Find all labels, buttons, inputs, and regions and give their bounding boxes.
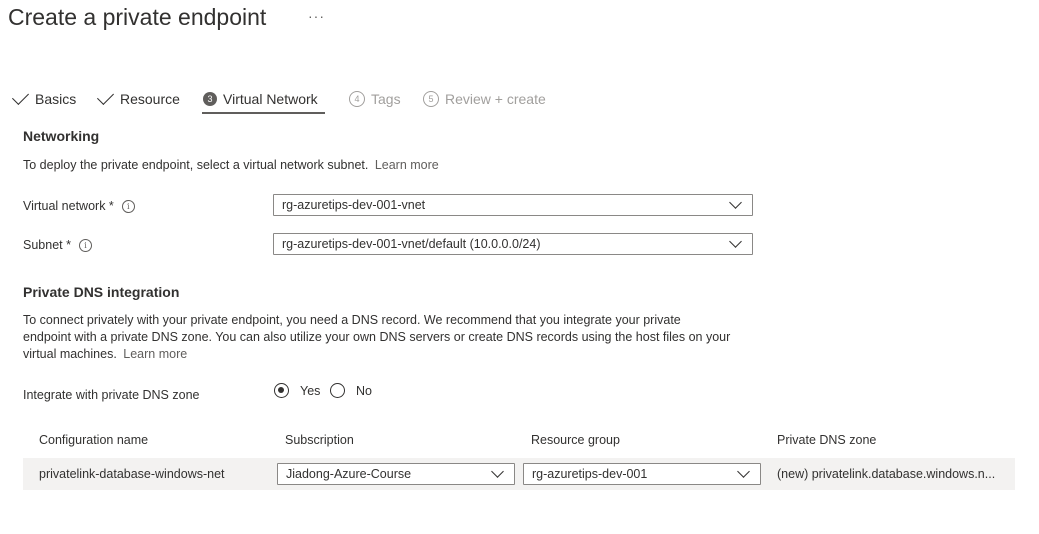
networking-heading: Networking (23, 128, 100, 144)
radio-no[interactable]: No (330, 383, 372, 398)
step-number-badge: 3 (203, 92, 217, 106)
column-header: Subscription (285, 433, 354, 447)
radio-label: No (356, 383, 372, 398)
dns-description-line: virtual machines. Learn more (23, 346, 783, 363)
step-number-badge: 5 (423, 91, 439, 107)
chevron-down-icon (491, 465, 504, 478)
chevron-down-icon (737, 465, 750, 478)
radio-button[interactable] (330, 383, 345, 398)
tab-basics[interactable]: Basics (10, 87, 77, 110)
learn-more-link[interactable]: Learn more (123, 347, 187, 361)
tab-tags[interactable]: 4 Tags (349, 88, 401, 110)
tab-label: Basics (35, 91, 77, 107)
tab-review-create[interactable]: 5 Review + create (423, 88, 546, 110)
page-title: Create a private endpoint (8, 4, 267, 30)
column-header: Private DNS zone (777, 433, 877, 447)
radio-button[interactable] (274, 383, 289, 398)
tab-label: Review + create (445, 91, 546, 107)
networking-description: To deploy the private endpoint, select a… (23, 157, 439, 174)
step-number-badge: 4 (349, 91, 365, 107)
tab-resource[interactable]: Resource (95, 87, 180, 110)
tab-label: Tags (371, 91, 401, 107)
radio-yes[interactable]: Yes (274, 383, 320, 398)
networking-description-text: To deploy the private endpoint, select a… (23, 158, 369, 172)
integrate-dns-label: Integrate with private DNS zone (23, 388, 200, 402)
tab-label: Virtual Network (223, 91, 318, 107)
subnet-label-text: Subnet * (23, 238, 71, 252)
resource-group-value: rg-azuretips-dev-001 (532, 467, 648, 481)
chevron-down-icon (729, 235, 742, 248)
dns-description: To connect privately with your private e… (23, 312, 783, 363)
column-header: Configuration name (39, 433, 149, 447)
subscription-value: Jiadong-Azure-Course (286, 467, 412, 481)
active-tab-indicator (202, 112, 325, 114)
virtual-network-label: Virtual network * i (23, 197, 135, 215)
dns-description-text: virtual machines. (23, 347, 117, 361)
check-icon (12, 87, 29, 105)
subscription-select[interactable]: Jiadong-Azure-Course (277, 463, 515, 485)
subnet-value: rg-azuretips-dev-001-vnet/default (10.0.… (282, 237, 541, 251)
tab-virtual-network[interactable]: 3 Virtual Network (203, 88, 318, 110)
dns-description-line: To connect privately with your private e… (23, 313, 681, 327)
configuration-name-cell: privatelink-database-windows-net (39, 467, 225, 481)
subnet-select[interactable]: rg-azuretips-dev-001-vnet/default (10.0.… (273, 233, 753, 255)
check-icon (97, 87, 114, 105)
info-icon[interactable]: i (121, 199, 135, 213)
column-header: Resource group (531, 433, 620, 447)
dns-heading: Private DNS integration (23, 284, 180, 300)
subnet-label: Subnet * i (23, 236, 92, 254)
resource-group-select[interactable]: rg-azuretips-dev-001 (523, 463, 761, 485)
virtual-network-label-text: Virtual network * (23, 199, 114, 213)
private-dns-zone-cell: (new) privatelink.database.windows.n... (777, 467, 996, 481)
more-options-icon[interactable]: ··· (308, 8, 325, 24)
tab-label: Resource (120, 91, 180, 107)
virtual-network-value: rg-azuretips-dev-001-vnet (282, 198, 426, 212)
virtual-network-select[interactable]: rg-azuretips-dev-001-vnet (273, 194, 753, 216)
radio-label: Yes (300, 383, 321, 398)
learn-more-link[interactable]: Learn more (375, 158, 439, 172)
dns-description-line: endpoint with a private DNS zone. You ca… (23, 330, 731, 344)
info-icon[interactable]: i (78, 238, 92, 252)
chevron-down-icon (729, 196, 742, 209)
